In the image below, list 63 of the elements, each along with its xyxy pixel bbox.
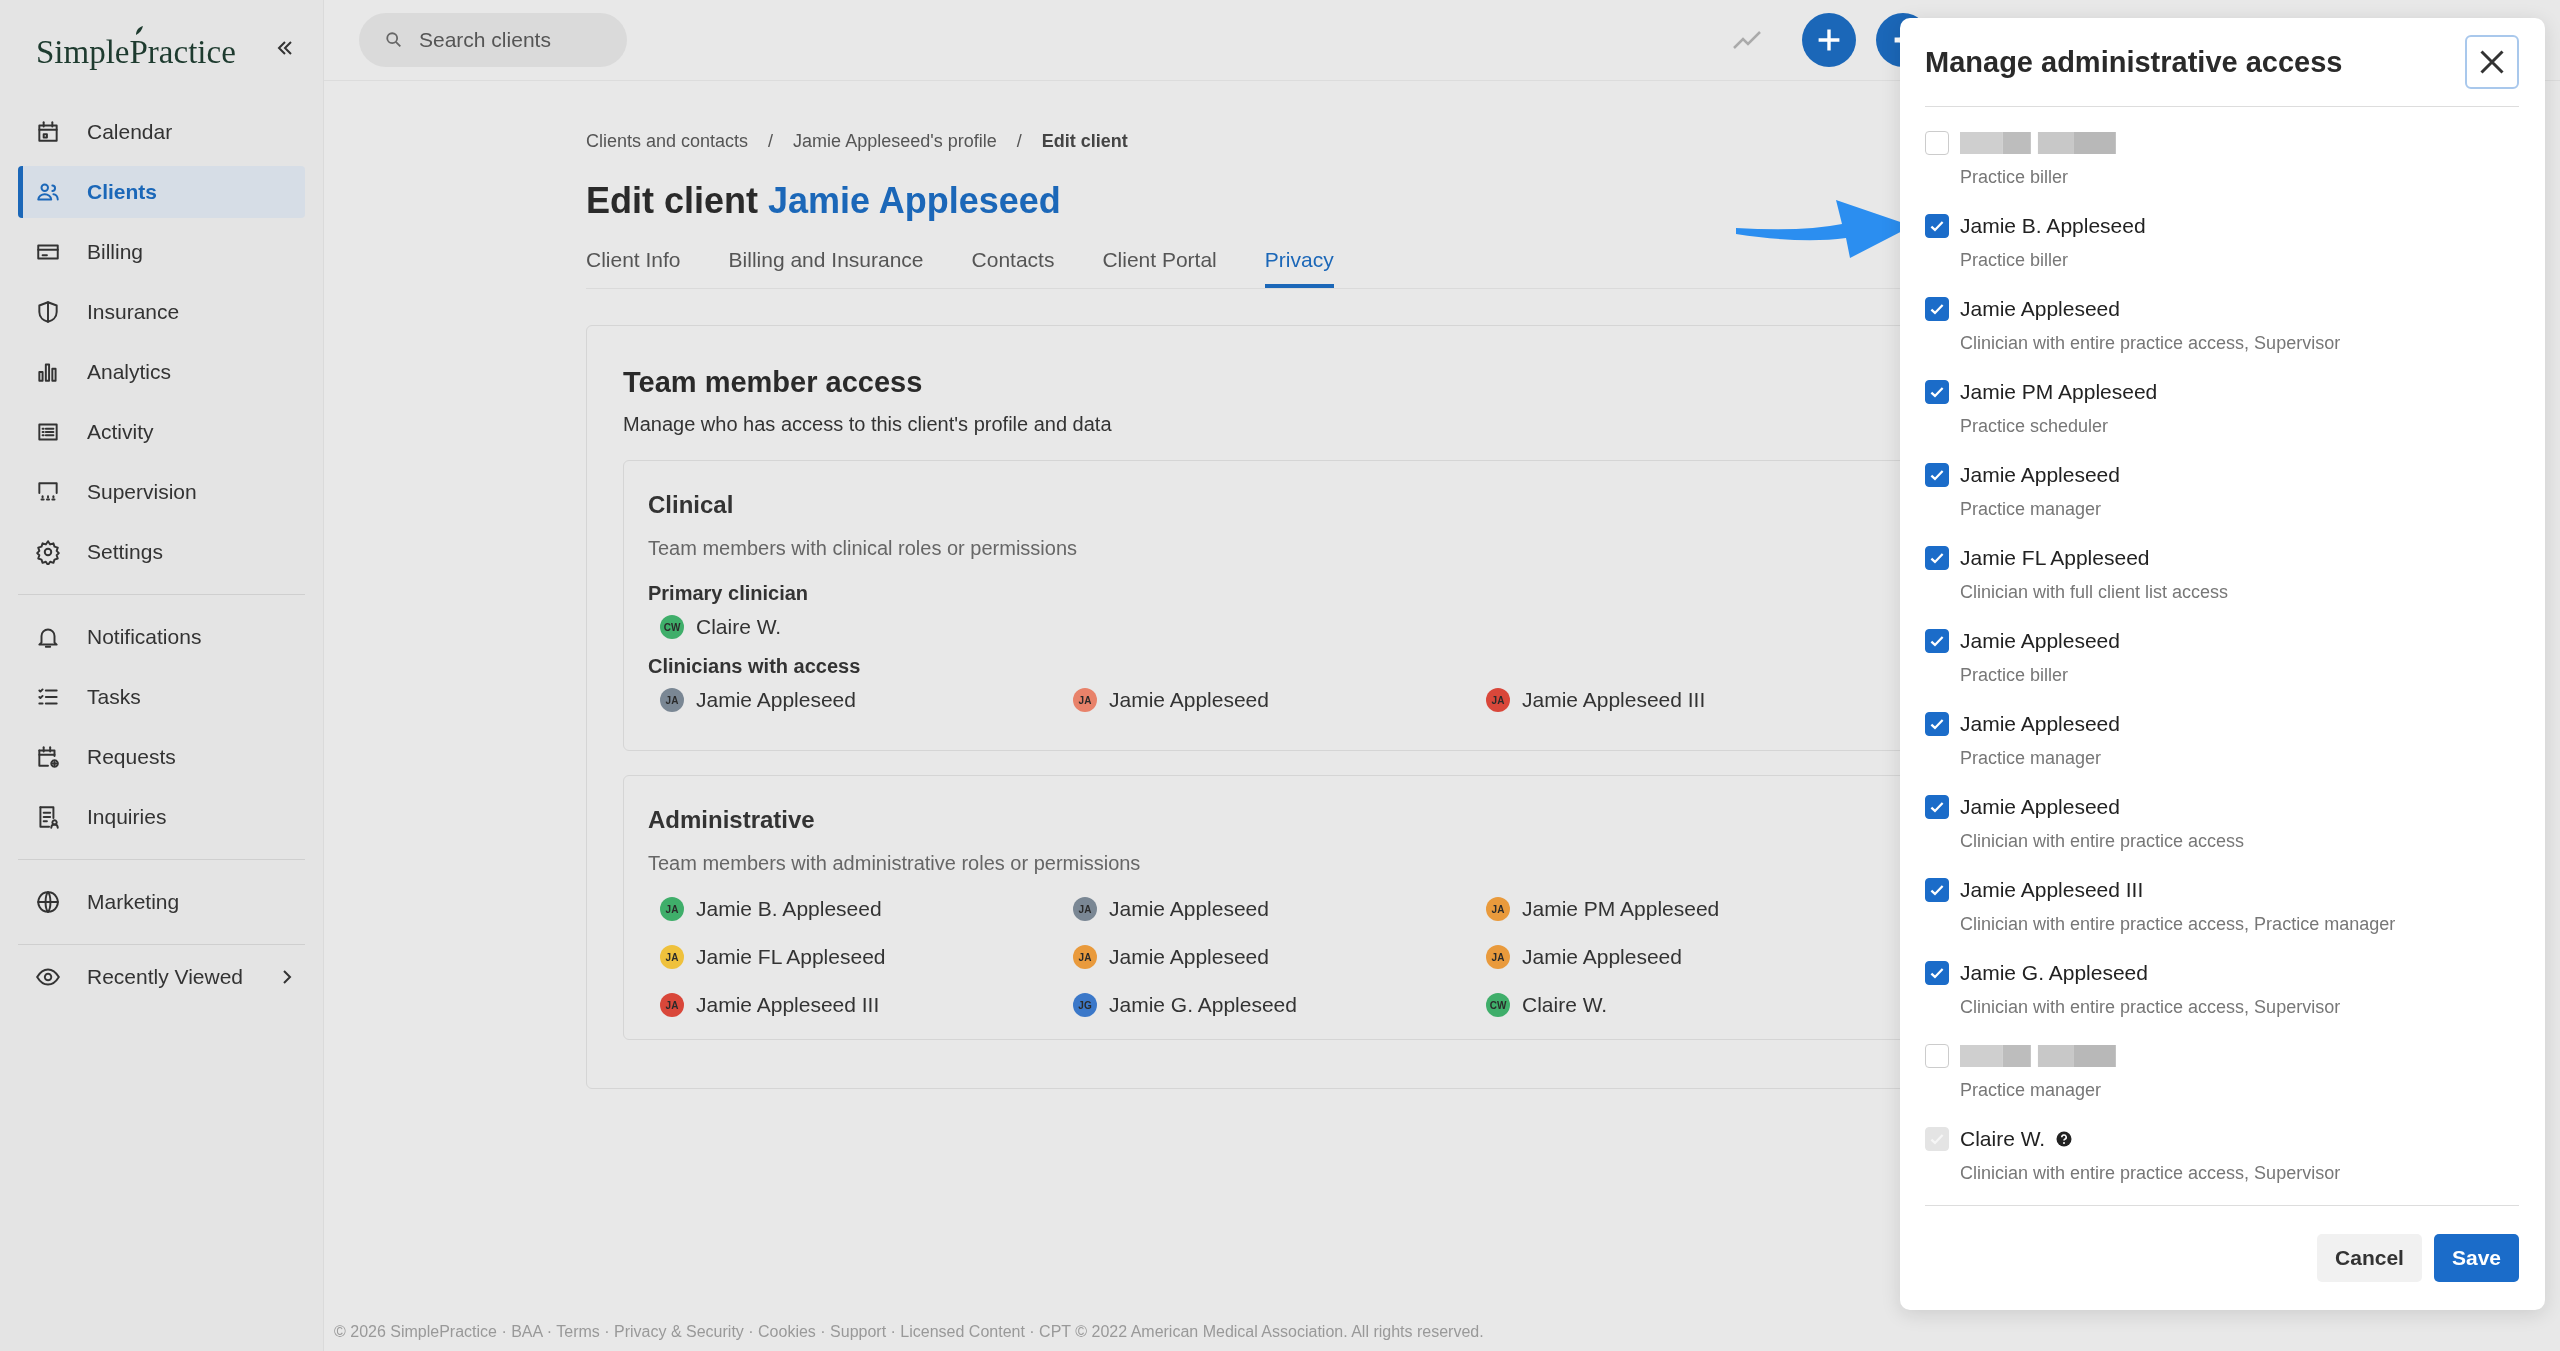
avatar: JA xyxy=(1073,945,1097,969)
member-name: Jamie Appleseed III xyxy=(696,993,880,1017)
member-role: Clinician with entire practice access, Practice manager xyxy=(1959,914,2397,935)
member-role: Practice biller xyxy=(1959,250,2070,271)
member-name: Jamie Appleseed xyxy=(1960,463,2120,487)
member-role: Practice biller xyxy=(1959,167,2070,188)
page-title: Edit client Jamie Appleseed xyxy=(586,180,1062,222)
member-role: Practice manager xyxy=(1959,1080,2103,1101)
member-name: Jamie FL Appleseed xyxy=(1960,546,2150,570)
member-role: Clinician with entire practice access, Supervisor xyxy=(1959,333,2342,354)
avatar: CW xyxy=(1486,993,1510,1017)
avatar: JA xyxy=(660,993,684,1017)
member-name: Jamie Appleseed xyxy=(1960,712,2120,736)
member-role: Clinician with entire practice access, Supervisor xyxy=(1959,1163,2342,1184)
member-name: Jamie G. Appleseed xyxy=(1960,961,2148,985)
member-name: Jamie Appleseed xyxy=(1960,629,2120,653)
member-name: Jamie Appleseed III xyxy=(1960,878,2144,902)
avatar: JA xyxy=(1486,945,1510,969)
breadcrumb-separator: / xyxy=(1016,131,1022,152)
footer-text: © 2026 SimplePractice · BAA · Terms · Privacy & Security · Cookies · Support · Licensed Content · CPT © 2022 American Medical Association. All rights reserved. xyxy=(333,1323,1485,1342)
avatar: JA xyxy=(1486,897,1510,921)
member-name: Jamie Appleseed xyxy=(1109,897,1269,921)
avatar: JA xyxy=(660,897,684,921)
member-role: Clinician with entire practice access xyxy=(1959,831,2246,852)
member-role: Clinician with full client list access xyxy=(1959,582,2230,603)
avatar: JA xyxy=(1073,897,1097,921)
section-subtitle: Team members with clinical roles or permissions xyxy=(648,537,1077,560)
avatar: JA xyxy=(660,688,684,712)
section-title: Clinical xyxy=(648,491,734,519)
member-name: Jamie Appleseed xyxy=(1109,945,1269,969)
avatar: CW xyxy=(660,615,684,639)
member-name: Jamie Appleseed xyxy=(1109,688,1269,712)
member-name: Jamie PM Appleseed xyxy=(1522,897,1720,921)
avatar: JA xyxy=(1073,688,1097,712)
member-name: Jamie Appleseed xyxy=(696,688,856,712)
section-subtitle: Team members with administrative roles or permissions xyxy=(648,852,1141,875)
member-role: Practice scheduler xyxy=(1959,416,2110,437)
breadcrumb-separator: / xyxy=(768,131,774,152)
section-title: Administrative xyxy=(648,806,815,834)
avatar: JG xyxy=(1073,993,1097,1017)
member-name: Jamie Appleseed xyxy=(1960,795,2120,819)
member-name: Jamie Appleseed xyxy=(1522,945,1682,969)
member-name: Jamie Appleseed xyxy=(1960,297,2120,321)
member-role: Clinician with entire practice access, Supervisor xyxy=(1959,997,2342,1018)
member-name: Claire W. xyxy=(1522,993,1608,1017)
member-role: Practice manager xyxy=(1959,748,2103,769)
card-title: Team member access xyxy=(623,366,923,399)
member-name: Jamie Appleseed III xyxy=(1522,688,1706,712)
member-name: Jamie G. Appleseed xyxy=(1109,993,1297,1017)
member-name: Claire W. xyxy=(696,615,782,639)
member-name: Jamie FL Appleseed xyxy=(696,945,886,969)
member-name: Claire W. xyxy=(1960,1127,2046,1151)
member-name: Jamie PM Appleseed xyxy=(1960,380,2158,404)
member-name: Jamie B. Appleseed xyxy=(696,897,882,921)
group-heading: Primary clinician xyxy=(648,582,809,605)
avatar: JA xyxy=(1486,688,1510,712)
avatar: JA xyxy=(660,945,684,969)
member-role: Practice manager xyxy=(1959,499,2103,520)
group-heading: Clinicians with access xyxy=(648,655,861,678)
member-role: Practice biller xyxy=(1959,665,2070,686)
card-subtitle: Manage who has access to this client's profile and data xyxy=(623,413,1112,436)
member-name: Jamie B. Appleseed xyxy=(1960,214,2146,238)
dialog-title: Manage administrative access xyxy=(1925,45,2343,79)
